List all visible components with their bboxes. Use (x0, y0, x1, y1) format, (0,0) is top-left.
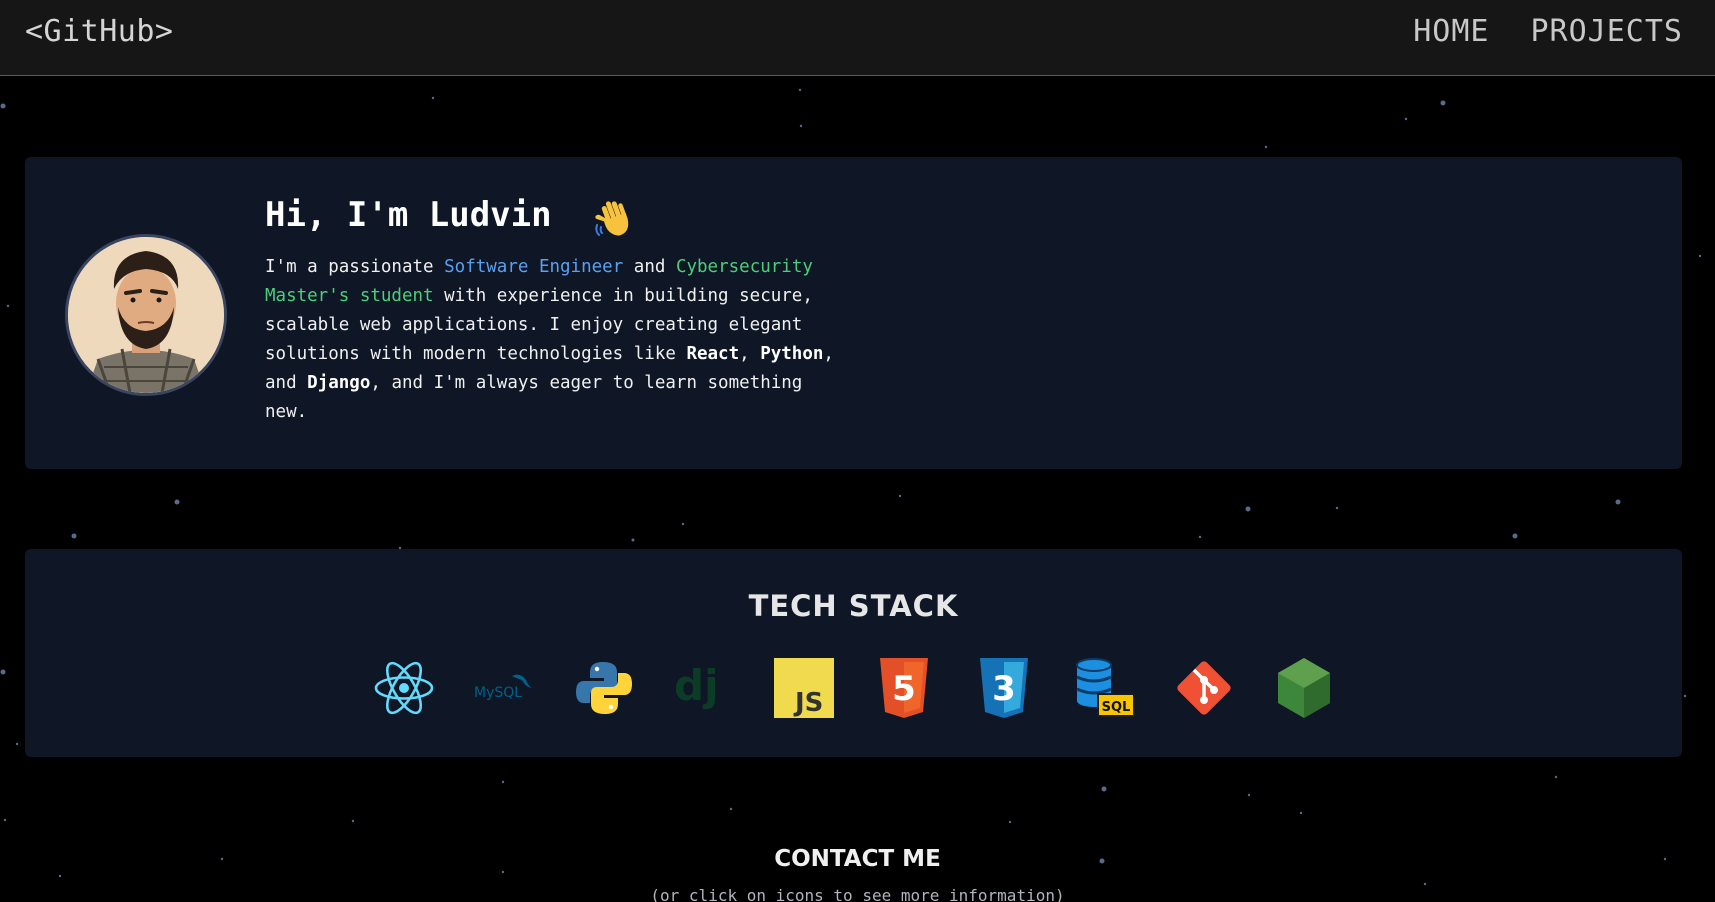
bio-text: I'm a passionate (265, 257, 445, 277)
bio-text: , (739, 344, 761, 364)
intro-headline: Hi, I'm Ludvin (265, 195, 552, 235)
sql-logo-text: SQL (1102, 700, 1131, 715)
nav-link-projects[interactable]: PROJECTS (1531, 14, 1684, 49)
contact-subtitle: (or click on icons to see more informati… (650, 886, 1065, 902)
tech-stack-icons: MySQL dj JS 5 3 SQL (347, 656, 1347, 720)
html5-logo-text: 5 (892, 669, 916, 709)
html5-icon[interactable]: 5 (872, 656, 936, 720)
mysql-icon[interactable]: MySQL (472, 656, 536, 720)
django-icon[interactable]: dj (672, 656, 736, 720)
github-brand-link[interactable]: <GitHub> (25, 14, 174, 49)
tech-django: Django (307, 373, 371, 393)
python-icon[interactable] (572, 656, 636, 720)
intro-bio: I'm a passionate Software Engineer and C… (265, 253, 845, 427)
tech-python: Python (760, 344, 824, 364)
nav-link-home[interactable]: HOME (1413, 14, 1489, 49)
react-icon[interactable] (372, 656, 436, 720)
sql-database-icon[interactable]: SQL (1072, 656, 1136, 720)
intro-card: Hi, I'm Ludvin I'm a passionate Software… (25, 157, 1682, 469)
nodejs-icon[interactable] (1272, 656, 1336, 720)
waving-hand-icon (595, 201, 629, 236)
js-logo-text: JS (793, 688, 823, 718)
navbar: <GitHub> HOME PROJECTS (0, 0, 1715, 76)
tech-stack-title: TECH STACK (748, 589, 959, 623)
bio-text: and (623, 257, 676, 277)
mysql-logo-text: MySQL (474, 685, 522, 701)
tech-react: React (686, 344, 740, 364)
role-software-engineer: Software Engineer (444, 257, 624, 277)
avatar-portrait (68, 237, 224, 393)
page: <GitHub> HOME PROJECTS Hi, I'm Ludvin I'… (0, 0, 1715, 902)
contact-title: CONTACT ME (774, 846, 941, 872)
tech-stack-card: TECH STACK MySQL dj JS 5 3 SQL (25, 549, 1682, 757)
css3-logo-text: 3 (992, 669, 1016, 709)
git-icon[interactable] (1172, 656, 1236, 720)
css3-icon[interactable]: 3 (972, 656, 1036, 720)
avatar (65, 234, 227, 396)
django-logo-text: dj (674, 661, 718, 710)
nav-links: HOME PROJECTS (1413, 14, 1683, 49)
javascript-icon[interactable]: JS (772, 656, 836, 720)
